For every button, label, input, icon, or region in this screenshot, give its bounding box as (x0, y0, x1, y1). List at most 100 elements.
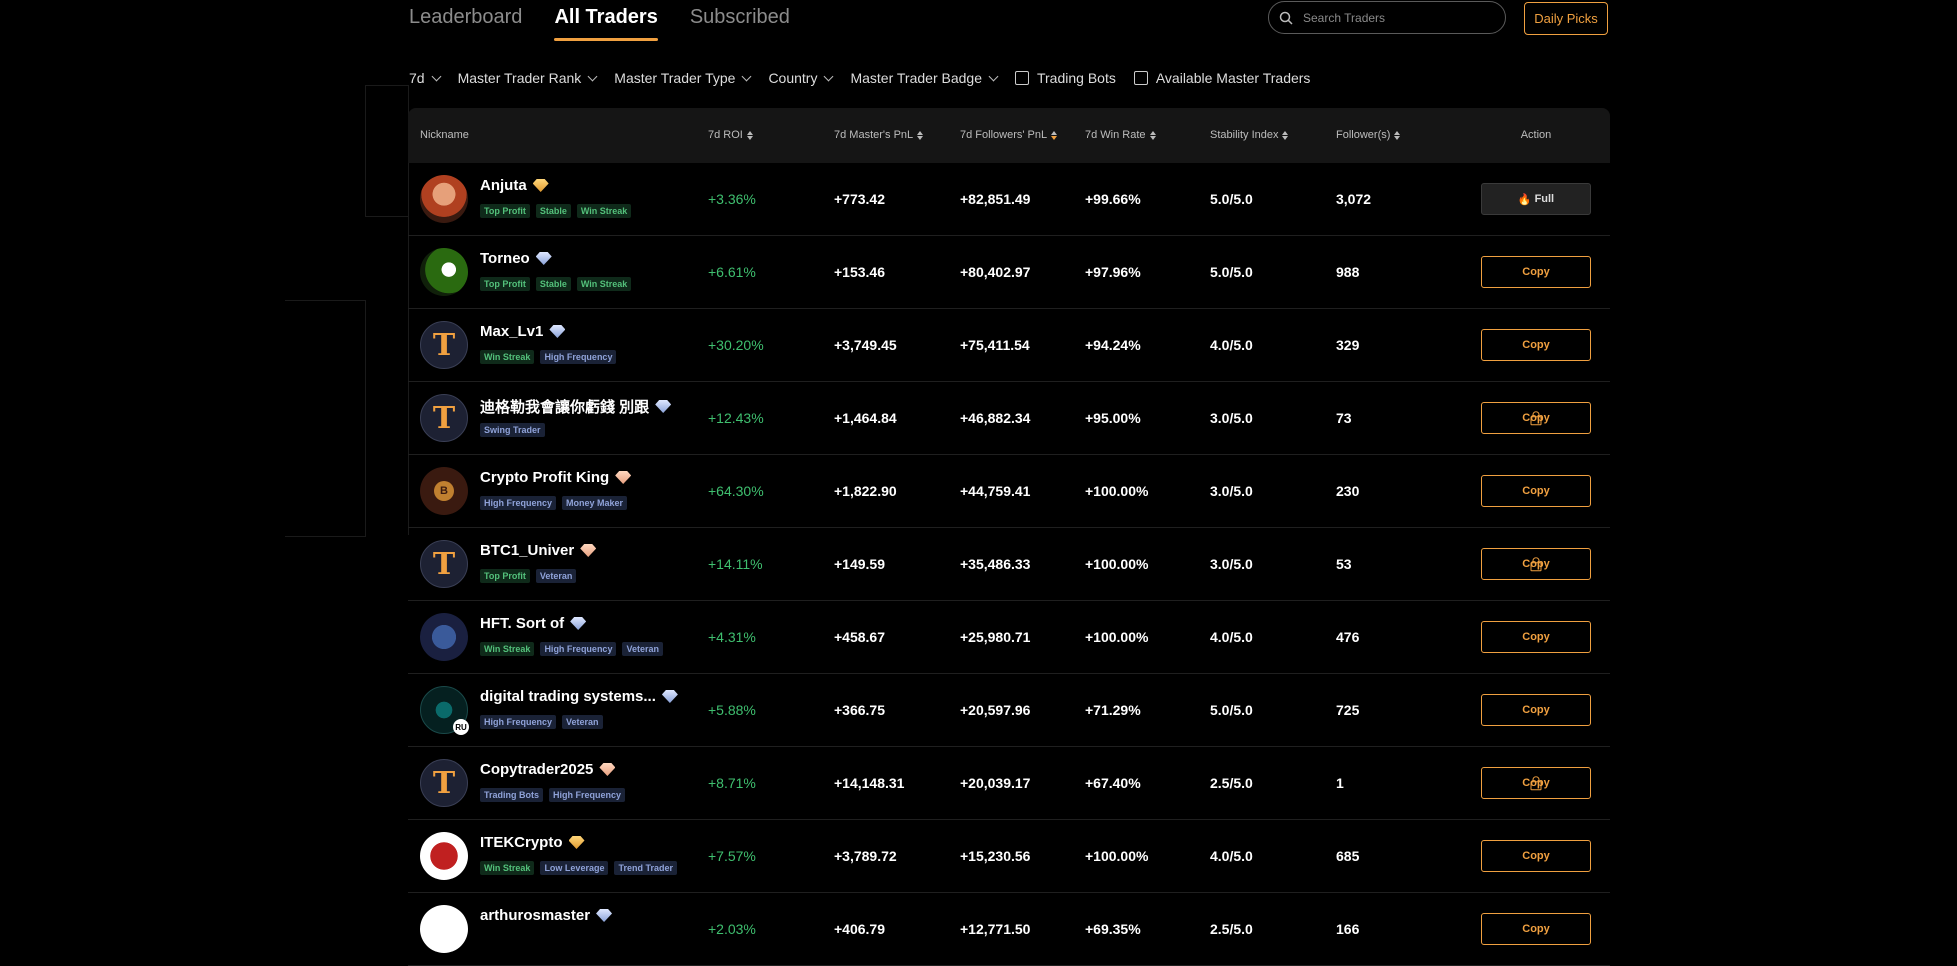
copy-button[interactable]: Copy (1481, 329, 1591, 361)
avatar[interactable]: T (420, 540, 468, 588)
trader-name[interactable]: digital trading systems... (480, 688, 678, 705)
copy-button[interactable]: Copy (1481, 621, 1591, 653)
table-row[interactable]: T Copytrader2025 Trading Bots High Freque… (408, 747, 1610, 820)
win-rate-value: +97.96% (1085, 264, 1141, 280)
table-row[interactable]: RU digital trading systems... High Frequ… (408, 674, 1610, 747)
followers-pnl-value: +44,759.41 (960, 483, 1031, 499)
trader-name[interactable]: ITEKCrypto (480, 834, 585, 851)
available-traders-checkbox[interactable]: Available Master Traders (1133, 70, 1310, 86)
column-followers-pnl[interactable]: 7d Followers' PnL (960, 129, 1058, 141)
table-row[interactable]: Anjuta Top Profit Stable Win Streak +3.36%… (408, 163, 1610, 236)
country-badge: RU (453, 719, 469, 735)
followers-pnl-value: +20,597.96 (960, 702, 1031, 718)
column-win-rate-label: 7d Win Rate (1085, 129, 1146, 141)
sort-active-icon[interactable] (1051, 130, 1058, 140)
gem-badge-icon (661, 690, 678, 703)
column-stability[interactable]: Stability Index (1210, 129, 1289, 141)
search-input[interactable] (1301, 9, 1485, 26)
trader-tag: Veteran (535, 569, 577, 583)
column-followers[interactable]: Follower(s) (1336, 129, 1401, 141)
table-row[interactable]: Torneo Top Profit Stable Win Streak +6.61%… (408, 236, 1610, 309)
table-row[interactable]: ITEKCrypto Win Streak Low Leverage Trend T… (408, 820, 1610, 893)
avatar[interactable]: B (420, 467, 468, 515)
badge-filter[interactable]: Master Trader Badge (850, 70, 999, 86)
full-button[interactable]: 🔥 Full (1481, 183, 1591, 215)
country-filter[interactable]: Country (768, 70, 834, 86)
trader-name[interactable]: arthurosmaster (480, 907, 613, 924)
table-row[interactable]: T 迪格勒我會讓你虧錢 別跟 Swing Trader +12.43% +1,4… (408, 382, 1610, 455)
sort-icon[interactable] (917, 130, 924, 140)
sort-icon[interactable] (1282, 130, 1289, 140)
trader-name[interactable]: HFT. Sort of (480, 615, 587, 632)
copy-button[interactable]: Copy (1481, 840, 1591, 872)
followers-pnl-value: +75,411.54 (960, 337, 1030, 353)
trader-tag: Swing Trader (480, 423, 545, 437)
trader-name[interactable]: Crypto Profit King (480, 469, 632, 486)
copy-button[interactable]: Copy (1481, 256, 1591, 288)
lock-icon (1530, 557, 1542, 572)
avatar[interactable]: T (420, 759, 468, 807)
trader-name-text: Max_Lv1 (480, 323, 544, 340)
rank-filter[interactable]: Master Trader Rank (458, 70, 598, 86)
type-filter[interactable]: Master Trader Type (614, 70, 752, 86)
tab-all-traders[interactable]: All Traders (554, 6, 659, 41)
column-win-rate[interactable]: 7d Win Rate (1085, 129, 1156, 141)
avatar[interactable] (420, 905, 468, 953)
followers-value: 230 (1336, 483, 1360, 499)
trader-name[interactable]: Torneo (480, 250, 552, 267)
table-row[interactable]: T Max_Lv1 Win Streak High Frequency +30.2… (408, 309, 1610, 382)
checkbox-box[interactable] (1133, 71, 1148, 85)
followers-value: 725 (1336, 702, 1360, 718)
tab-leaderboard[interactable]: Leaderboard (409, 6, 522, 41)
stability-value: 5.0/5.0 (1210, 702, 1253, 718)
avatar[interactable] (420, 613, 468, 661)
copy-button-label: Copy (1522, 704, 1550, 716)
followers-value: 988 (1336, 264, 1360, 280)
copy-button[interactable]: Copy (1481, 913, 1591, 945)
daily-picks-button[interactable]: Daily Picks (1524, 2, 1608, 35)
column-followers-label: Follower(s) (1336, 129, 1391, 141)
trader-name[interactable]: 迪格勒我會讓你虧錢 別跟 (480, 396, 672, 417)
copy-button[interactable]: Copy (1481, 402, 1591, 434)
search-box[interactable] (1268, 1, 1506, 34)
avatar[interactable]: RU (420, 686, 469, 735)
avatar[interactable] (420, 248, 468, 296)
column-master-pnl[interactable]: 7d Master's PnL (834, 129, 924, 141)
sort-icon[interactable] (1149, 130, 1156, 140)
period-filter[interactable]: 7d (409, 70, 442, 86)
table-row[interactable]: HFT. Sort of Win Streak High Frequency Vet… (408, 601, 1610, 674)
copy-button-label: Copy (1522, 339, 1550, 351)
table-header: Nickname 7d ROI 7d Master's PnL 7d Follo… (408, 108, 1610, 163)
checkbox-box[interactable] (1014, 71, 1029, 85)
traders-table: Nickname 7d ROI 7d Master's PnL 7d Follo… (408, 108, 1610, 966)
background-grid-line (285, 300, 366, 537)
followers-value: 1 (1336, 775, 1344, 791)
table-row[interactable]: arthurosmaster +2.03% +406.79 +12,771.50… (408, 893, 1610, 966)
copy-button[interactable]: Copy (1481, 767, 1591, 799)
gem-badge-icon (570, 617, 587, 630)
copy-button[interactable]: Copy (1481, 694, 1591, 726)
table-row[interactable]: T BTC1_Univer Top Profit Veteran +14.11% … (408, 528, 1610, 601)
roi-value: +30.20% (708, 337, 764, 353)
tab-subscribed[interactable]: Subscribed (690, 6, 790, 41)
sort-icon[interactable] (746, 130, 753, 140)
trader-cell: T Max_Lv1 Win Streak High Frequency (408, 309, 708, 381)
trader-tags: Top Profit Stable Win Streak (480, 204, 632, 218)
trader-name[interactable]: Anjuta (480, 177, 549, 194)
copy-button[interactable]: Copy (1481, 475, 1591, 507)
copy-button-label: Copy (1522, 923, 1550, 935)
avatar[interactable] (420, 832, 468, 880)
trader-name[interactable]: BTC1_Univer (480, 542, 597, 559)
copy-button[interactable]: Copy (1481, 548, 1591, 580)
trader-name[interactable]: Copytrader2025 (480, 761, 616, 778)
trader-name[interactable]: Max_Lv1 (480, 323, 566, 340)
avatar[interactable]: T (420, 394, 468, 442)
sort-icon[interactable] (1394, 130, 1401, 140)
trading-bots-checkbox[interactable]: Trading Bots (1014, 70, 1116, 86)
column-roi[interactable]: 7d ROI (708, 129, 753, 141)
column-followers-pnl-label: 7d Followers' PnL (960, 129, 1048, 141)
avatar[interactable] (420, 175, 468, 223)
table-row[interactable]: B Crypto Profit King High Frequency Money… (408, 455, 1610, 528)
avatar[interactable]: T (420, 321, 468, 369)
master-pnl-value: +773.42 (834, 191, 885, 207)
